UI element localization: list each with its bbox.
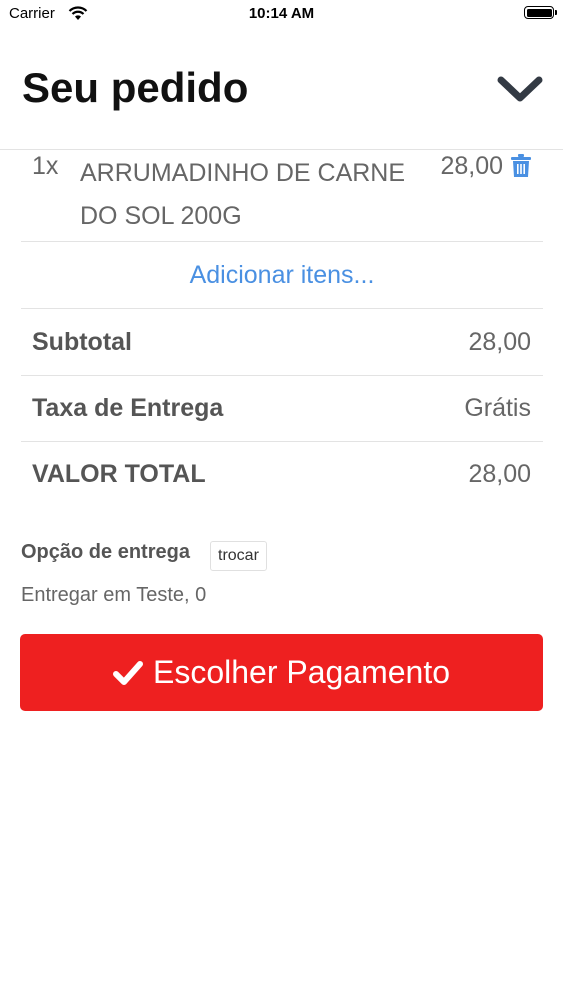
total-label: VALOR TOTAL [32, 460, 206, 488]
delivery-fee-value: Grátis [464, 394, 531, 422]
change-delivery-button[interactable]: trocar [210, 541, 267, 571]
subtotal-value: 28,00 [468, 328, 531, 356]
clock: 10:14 AM [248, 5, 315, 22]
choose-payment-label: Escolher Pagamento [152, 654, 451, 690]
add-items-link[interactable]: Adicionar itens... [21, 242, 543, 309]
delivery-option-label: Opção de entrega [21, 541, 190, 563]
collapse-button[interactable] [495, 70, 545, 110]
page-title: Seu pedido [22, 64, 249, 111]
item-quantity: 1x [32, 152, 59, 180]
delivery-address: Entregar em Teste, 0 [21, 584, 207, 606]
total-row: VALOR TOTAL 28,00 [21, 441, 543, 507]
total-value: 28,00 [468, 460, 531, 488]
choose-payment-button[interactable]: Escolher Pagamento [20, 634, 543, 711]
header: Seu pedido [0, 30, 563, 150]
check-icon [112, 660, 143, 686]
subtotal-row: Subtotal 28,00 [21, 309, 543, 376]
remove-item-button[interactable] [511, 154, 531, 178]
chevron-down-icon [497, 76, 543, 102]
delivery-fee-label: Taxa de Entrega [32, 394, 224, 422]
order-item-row: 1x ARRUMADINHO DE CARNE DO SOL 200G 28,0… [21, 150, 543, 242]
item-price: 28,00 [440, 152, 503, 180]
trash-icon [511, 154, 531, 177]
status-bar: Carrier 10:14 AM [0, 0, 563, 30]
item-name: ARRUMADINHO DE CARNE DO SOL 200G [80, 159, 406, 230]
battery-icon [524, 6, 557, 19]
delivery-fee-row: Taxa de Entrega Grátis [21, 375, 543, 442]
subtotal-label: Subtotal [32, 328, 132, 356]
